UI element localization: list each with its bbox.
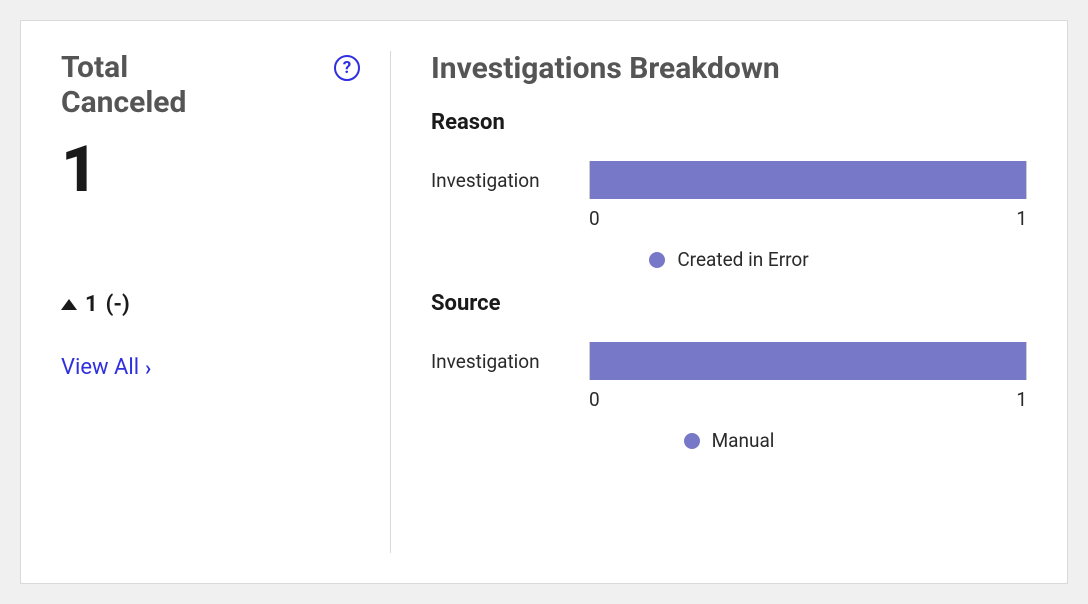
axis-tick-min: 0 [589,388,600,411]
legend-dot-icon [684,433,700,449]
chart-reason: Reason Investigation 0 1 Created in Erro… [431,110,1027,271]
axis-row: 0 1 [431,388,1027,411]
axis-tick-max: 1 [1016,207,1027,230]
delta-indicator: 1 (-) [61,292,360,317]
legend: Created in Error [431,248,1027,271]
axis-spacer [431,207,589,230]
bar-fill [590,161,1026,199]
chart-source: Source Investigation 0 1 Manual [431,291,1027,452]
bar-track [589,342,1027,380]
chart-subtitle: Source [431,291,1027,316]
axis-ticks: 0 1 [589,207,1027,230]
delta-value: 1 [85,292,98,317]
axis-tick-min: 0 [589,207,600,230]
bar-fill [590,342,1026,380]
breakdown-panel: Investigations Breakdown Reason Investig… [391,51,1027,553]
summary-title-line2: Canceled [61,85,186,120]
breakdown-title: Investigations Breakdown [431,51,1027,86]
legend-label: Created in Error [677,248,808,271]
axis-tick-max: 1 [1016,388,1027,411]
bar-category-label: Investigation [431,169,589,192]
axis-spacer [431,388,589,411]
bar-track [589,161,1027,199]
view-all-label: View All [61,355,139,380]
summary-title: Total Canceled [61,51,186,120]
bar-category-label: Investigation [431,350,589,373]
caret-up-icon [61,299,77,310]
delta-suffix: (-) [106,292,130,317]
legend-label: Manual [712,429,775,452]
summary-header: Total Canceled ? [61,51,360,120]
legend-dot-icon [649,252,665,268]
bar-row: Investigation [431,161,1027,199]
chart-subtitle: Reason [431,110,1027,135]
summary-title-line1: Total [61,50,128,85]
help-icon[interactable]: ? [334,55,360,81]
legend: Manual [431,429,1027,452]
axis-ticks: 0 1 [589,388,1027,411]
axis-row: 0 1 [431,207,1027,230]
chevron-right-icon: › [145,356,151,380]
view-all-link[interactable]: View All › [61,355,360,380]
summary-value: 1 [61,138,360,202]
dashboard-card: Total Canceled ? 1 1 (-) View All › Inve… [20,20,1068,584]
bar-row: Investigation [431,342,1027,380]
summary-panel: Total Canceled ? 1 1 (-) View All › [61,51,391,553]
